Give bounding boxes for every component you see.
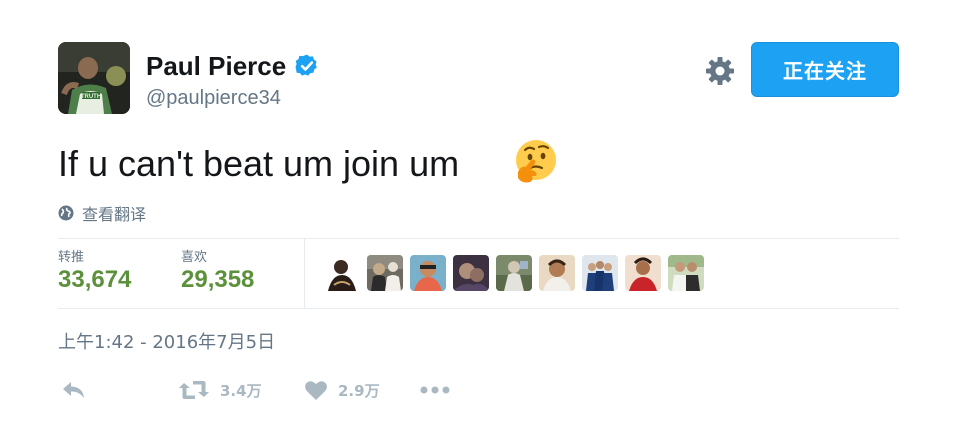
more-dots-icon — [420, 386, 450, 394]
user-handle[interactable]: @paulpierce34 — [146, 86, 281, 110]
tweet-text: If u can't beat um join um — [58, 143, 460, 184]
liker-avatar-9[interactable] — [668, 255, 704, 291]
avatar-shirt-text: TRUTH — [81, 94, 101, 100]
retweet-count: 3.4万 — [220, 381, 262, 400]
liker-avatar-9-image — [668, 255, 704, 291]
globe-icon — [58, 205, 74, 221]
divider-top — [58, 238, 899, 239]
tweet-timestamp[interactable]: 上午1:42 - 2016年7月5日 — [58, 332, 275, 354]
liker-avatar-3[interactable] — [410, 255, 446, 291]
liker-avatar-2-image — [367, 255, 403, 291]
liker-avatar-6[interactable] — [539, 255, 575, 291]
stats-divider — [304, 239, 305, 308]
display-name[interactable]: Paul Pierce — [146, 50, 286, 82]
liker-avatar-2[interactable] — [367, 255, 403, 291]
thinking-face-emoji — [516, 140, 556, 183]
verified-badge-icon — [295, 54, 317, 76]
liker-avatar-8[interactable] — [625, 255, 661, 291]
like-count: 2.9万 — [338, 381, 380, 400]
heart-icon — [305, 381, 327, 400]
following-button[interactable]: 正在关注 — [751, 42, 899, 97]
liker-avatar-6-image — [539, 255, 575, 291]
retweets-label: 转推 — [58, 250, 85, 265]
avatar-image: TRUTH — [58, 42, 130, 114]
translate-label: 查看翻译 — [82, 205, 147, 224]
translate-link[interactable]: 查看翻译 — [58, 202, 146, 224]
likes-label: 喜欢 — [181, 250, 208, 265]
retweet-icon — [179, 381, 209, 399]
likes-stat[interactable]: 喜欢 29,358 — [181, 250, 254, 294]
liker-avatar-5[interactable] — [496, 255, 532, 291]
divider-bottom — [58, 308, 899, 309]
liker-avatar-3-image — [410, 255, 446, 291]
liker-avatar-7-image — [582, 255, 618, 291]
liker-avatar-4-image — [453, 255, 489, 291]
liker-avatar-1[interactable] — [324, 255, 360, 291]
retweets-stat[interactable]: 转推 33,674 — [58, 250, 131, 294]
likes-count: 29,358 — [181, 266, 255, 293]
like-button[interactable]: 2.9万 — [304, 376, 380, 404]
reply-button[interactable] — [62, 376, 86, 404]
more-button[interactable] — [420, 376, 450, 404]
liker-avatars — [324, 255, 704, 291]
retweet-button[interactable]: 3.4万 — [178, 376, 262, 404]
liker-avatar-1-image — [324, 255, 360, 291]
gear-icon[interactable] — [704, 55, 736, 87]
liker-avatar-8-image — [625, 255, 661, 291]
profile-avatar[interactable]: TRUTH — [58, 42, 130, 114]
reply-icon — [63, 382, 84, 398]
liker-avatar-5-image — [496, 255, 532, 291]
retweets-count: 33,674 — [58, 266, 132, 293]
liker-avatar-4[interactable] — [453, 255, 489, 291]
liker-avatar-7[interactable] — [582, 255, 618, 291]
